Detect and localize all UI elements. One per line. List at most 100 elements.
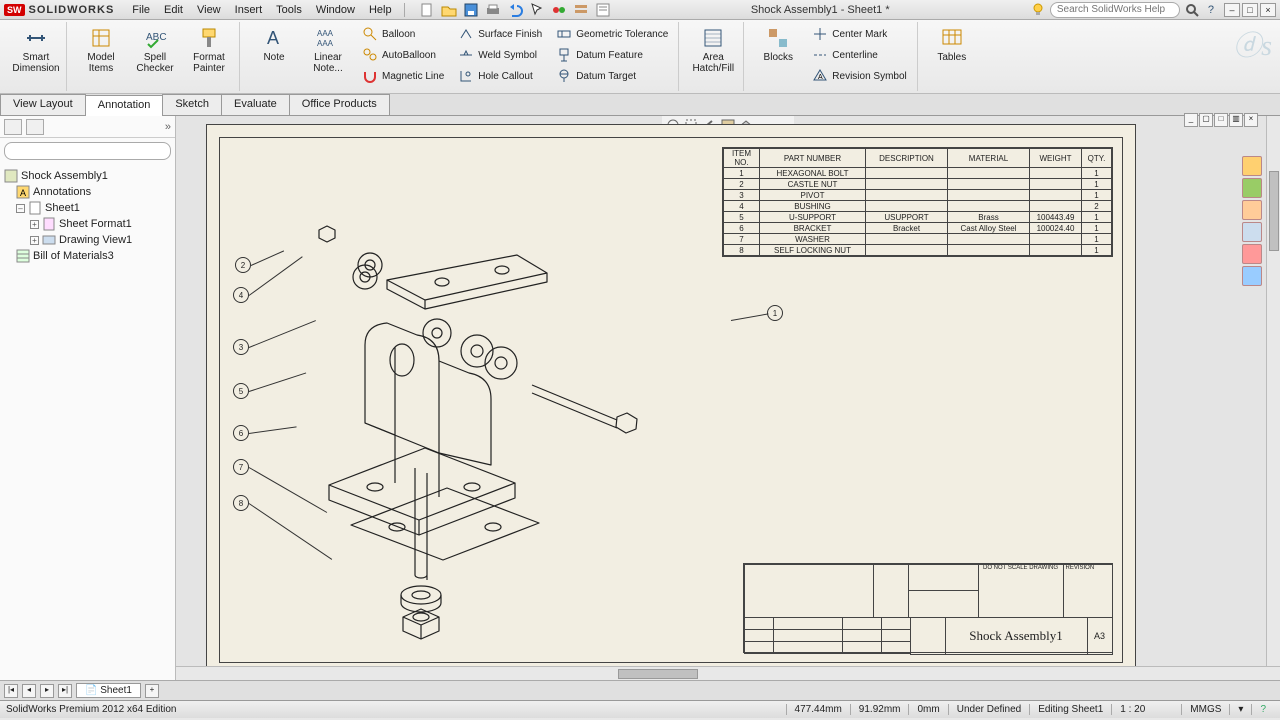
status-dropdown-icon[interactable]: ▾ (1229, 704, 1251, 715)
help-lightbulb-icon[interactable] (1030, 2, 1046, 18)
status-help-icon[interactable]: ? (1251, 704, 1274, 715)
revision-symbol-button[interactable]: ARevision Symbol (808, 66, 910, 86)
undo-icon[interactable] (507, 2, 523, 18)
tree-root[interactable]: Shock Assembly1 (2, 168, 173, 184)
twist-icon[interactable]: + (30, 236, 39, 245)
menu-help[interactable]: Help (363, 2, 398, 18)
sheet-last-button[interactable]: ▸| (58, 684, 72, 698)
model-items-button[interactable]: Model Items (77, 24, 125, 74)
taskpane-custom-icon[interactable] (1242, 266, 1262, 286)
surface-finish-button[interactable]: Surface Finish (454, 24, 546, 44)
vertical-scrollbar[interactable] (1266, 116, 1280, 666)
bom-row[interactable]: 5U-SUPPORTUSUPPORTBrass100443.491 (724, 212, 1112, 223)
area-hatch-button[interactable]: Area Hatch/Fill (689, 24, 737, 74)
print-icon[interactable] (485, 2, 501, 18)
tree-sheet-format[interactable]: + Sheet Format1 (2, 216, 173, 232)
title-block[interactable]: DO NOT SCALE DRAWING REVISION Shock Asse… (743, 563, 1113, 653)
twist-icon[interactable]: – (16, 204, 25, 213)
horizontal-scrollbar[interactable] (176, 666, 1280, 680)
vp-min-icon[interactable]: _ (1184, 113, 1198, 127)
menu-window[interactable]: Window (310, 2, 361, 18)
geometric-tolerance-button[interactable]: Geometric Tolerance (552, 24, 672, 44)
fm-tab-1[interactable] (4, 119, 22, 135)
collapse-panel-button[interactable]: » (165, 121, 171, 133)
tree-sheet1[interactable]: – Sheet1 (2, 200, 173, 216)
taskpane-appearances-icon[interactable] (1242, 244, 1262, 264)
menu-view[interactable]: View (191, 2, 227, 18)
menu-insert[interactable]: Insert (229, 2, 269, 18)
tables-button[interactable]: Tables (928, 24, 976, 63)
bom-row[interactable]: 4BUSHING2 (724, 201, 1112, 212)
taskpane-home-icon[interactable] (1242, 156, 1262, 176)
properties-icon[interactable] (595, 2, 611, 18)
taskpane-file-explorer-icon[interactable] (1242, 200, 1262, 220)
tree-bom[interactable]: Bill of Materials3 (2, 248, 173, 264)
bom-row[interactable]: 6BRACKETBracketCast Alloy Steel100024.40… (724, 223, 1112, 234)
bom-row[interactable]: 3PIVOT1 (724, 190, 1112, 201)
minimize-button[interactable]: – (1224, 3, 1240, 17)
note-button[interactable]: ANote (250, 24, 298, 63)
balloon-button[interactable]: Balloon (358, 24, 448, 44)
hole-callout-button[interactable]: Hole Callout (454, 66, 546, 86)
tree-drawing-view[interactable]: + Drawing View1 (2, 232, 173, 248)
open-icon[interactable] (441, 2, 457, 18)
balloon-1[interactable]: 1 (767, 305, 783, 321)
sheet-prev-button[interactable]: ◂ (22, 684, 36, 698)
smart-dimension-button[interactable]: Smart Dimension (12, 24, 60, 74)
sheet-next-button[interactable]: ▸ (40, 684, 54, 698)
taskpane-view-palette-icon[interactable] (1242, 222, 1262, 242)
bom-table[interactable]: ITEM NO.PART NUMBERDESCRIPTIONMATERIALWE… (722, 147, 1113, 257)
status-scale[interactable]: 1 : 20 (1111, 704, 1153, 715)
tree-filter-input[interactable] (4, 142, 171, 160)
linear-note-button[interactable]: AAAAAALinear Note... (304, 24, 352, 74)
blocks-button[interactable]: Blocks (754, 24, 802, 63)
spell-checker-button[interactable]: ABCSpell Checker (131, 24, 179, 74)
sheet-tab[interactable]: 📄 Sheet1 (76, 683, 141, 698)
bom-row[interactable]: 7WASHER1 (724, 234, 1112, 245)
status-units[interactable]: MMGS (1181, 704, 1229, 715)
sheet-first-button[interactable]: |◂ (4, 684, 18, 698)
centerline-button[interactable]: Centerline (808, 45, 910, 65)
vp-split-icon[interactable]: ▥ (1229, 113, 1243, 127)
twist-icon[interactable]: + (30, 220, 39, 229)
close-button[interactable]: × (1260, 3, 1276, 17)
new-icon[interactable] (419, 2, 435, 18)
search-icon[interactable] (1184, 2, 1200, 18)
tree-annotations[interactable]: A Annotations (2, 184, 173, 200)
rebuild-icon[interactable] (551, 2, 567, 18)
weld-symbol-button[interactable]: Weld Symbol (454, 45, 546, 65)
datum-feature-button[interactable]: Datum Feature (552, 45, 672, 65)
bom-row[interactable]: 1HEXAGONAL BOLT1 (724, 168, 1112, 179)
tab-annotation[interactable]: Annotation (85, 95, 164, 116)
options-icon[interactable] (573, 2, 589, 18)
document-title: Shock Assembly1 - Sheet1 * (611, 4, 1030, 16)
drawing-sheet[interactable]: ITEM NO.PART NUMBERDESCRIPTIONMATERIALWE… (206, 124, 1136, 676)
tab-sketch[interactable]: Sketch (162, 94, 222, 115)
menu-file[interactable]: File (126, 2, 156, 18)
bom-row[interactable]: 8SELF LOCKING NUT1 (724, 245, 1112, 256)
select-icon[interactable] (529, 2, 545, 18)
graphics-area[interactable]: _ ▢ □ ▥ × ITEM NO.PART NUMBERDESCRIPTION… (176, 116, 1280, 680)
datum-target-button[interactable]: Datum Target (552, 66, 672, 86)
svg-text:A: A (267, 28, 279, 48)
autoballoon-button[interactable]: AutoBalloon (358, 45, 448, 65)
search-input[interactable] (1050, 2, 1180, 18)
menu-tools[interactable]: Tools (270, 2, 308, 18)
save-icon[interactable] (463, 2, 479, 18)
vp-max-icon[interactable]: □ (1214, 113, 1228, 127)
add-sheet-button[interactable]: + (145, 684, 159, 698)
tab-office-products[interactable]: Office Products (289, 94, 390, 115)
tab-view-layout[interactable]: View Layout (0, 94, 86, 115)
vp-tile-icon[interactable]: ▢ (1199, 113, 1213, 127)
tab-evaluate[interactable]: Evaluate (221, 94, 290, 115)
magnetic-line-button[interactable]: Magnetic Line (358, 66, 448, 86)
center-mark-button[interactable]: Center Mark (808, 24, 910, 44)
format-painter-button[interactable]: Format Painter (185, 24, 233, 74)
help-button[interactable]: ? (1204, 4, 1218, 16)
menu-edit[interactable]: Edit (158, 2, 189, 18)
fm-tab-2[interactable] (26, 119, 44, 135)
taskpane-design-library-icon[interactable] (1242, 178, 1262, 198)
exploded-view-drawing[interactable] (247, 185, 727, 655)
maximize-button[interactable]: □ (1242, 3, 1258, 17)
bom-row[interactable]: 2CASTLE NUT1 (724, 179, 1112, 190)
